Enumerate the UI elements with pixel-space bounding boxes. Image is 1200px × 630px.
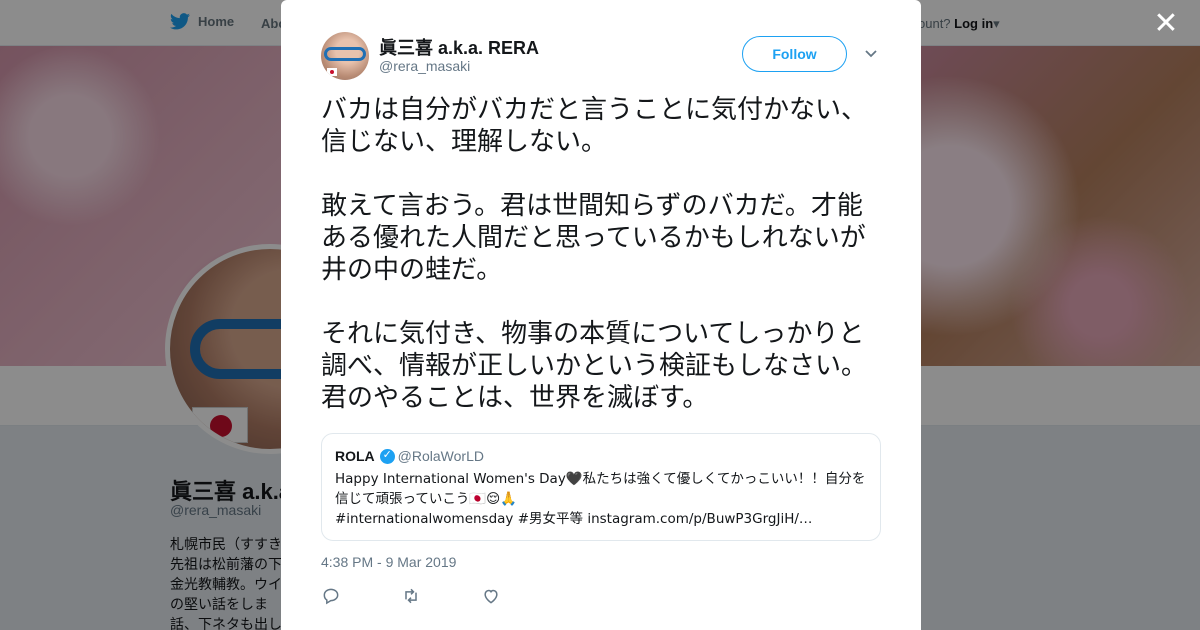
tweet-actions xyxy=(321,586,561,606)
reply-icon[interactable] xyxy=(321,586,401,606)
japan-flag-icon xyxy=(327,68,337,76)
follow-button[interactable]: Follow xyxy=(742,36,847,72)
like-icon[interactable] xyxy=(481,586,561,606)
author-name[interactable]: 眞三喜 a.k.a. RERA xyxy=(379,34,539,60)
quoted-author-handle: @RolaWorLD xyxy=(397,448,484,464)
quoted-text-line: 信じて頑張っていこう🇯🇵😌🙏 xyxy=(335,491,518,507)
quoted-text-line: #internationalwomensday #男女平等 instagram.… xyxy=(335,511,813,527)
quoted-author-name: ROLA xyxy=(335,448,375,464)
tweet-paragraph: 敢えて言おう。君は世間知らずのバカだ。才能ある優れた人間だと思っているかもしれな… xyxy=(321,191,866,285)
tweet-paragraph: それに気付き、物事の本質についてしっかりと調べ、情報が正しいかという検証もしなさ… xyxy=(321,319,868,413)
close-icon[interactable]: ✕ xyxy=(1152,9,1180,39)
quoted-text-line: Happy International Women's Day🖤私たちは強くて優… xyxy=(335,471,866,487)
avatar-glasses xyxy=(324,47,366,61)
author-avatar[interactable] xyxy=(321,32,369,80)
chevron-down-icon[interactable] xyxy=(864,46,878,65)
author-handle[interactable]: @rera_masaki xyxy=(379,58,470,74)
quoted-tweet[interactable]: ROLA @RolaWorLD Happy International Wome… xyxy=(321,433,881,541)
tweet-paragraph: バカは自分がバカだと言うことに気付かない、信じない、理解しない。 xyxy=(321,95,868,157)
retweet-icon[interactable] xyxy=(401,586,481,606)
tweet-timestamp[interactable]: 4:38 PM - 9 Mar 2019 xyxy=(321,554,456,570)
tweet-modal: 眞三喜 a.k.a. RERA @rera_masaki Follow バカは自… xyxy=(281,0,921,630)
tweet-text: バカは自分がバカだと言うことに気付かない、信じない、理解しない。 敢えて言おう。… xyxy=(321,94,886,414)
quoted-tweet-text: Happy International Women's Day🖤私たちは強くて優… xyxy=(335,469,870,529)
quoted-tweet-header: ROLA @RolaWorLD xyxy=(335,448,484,465)
verified-badge-icon xyxy=(379,448,395,464)
